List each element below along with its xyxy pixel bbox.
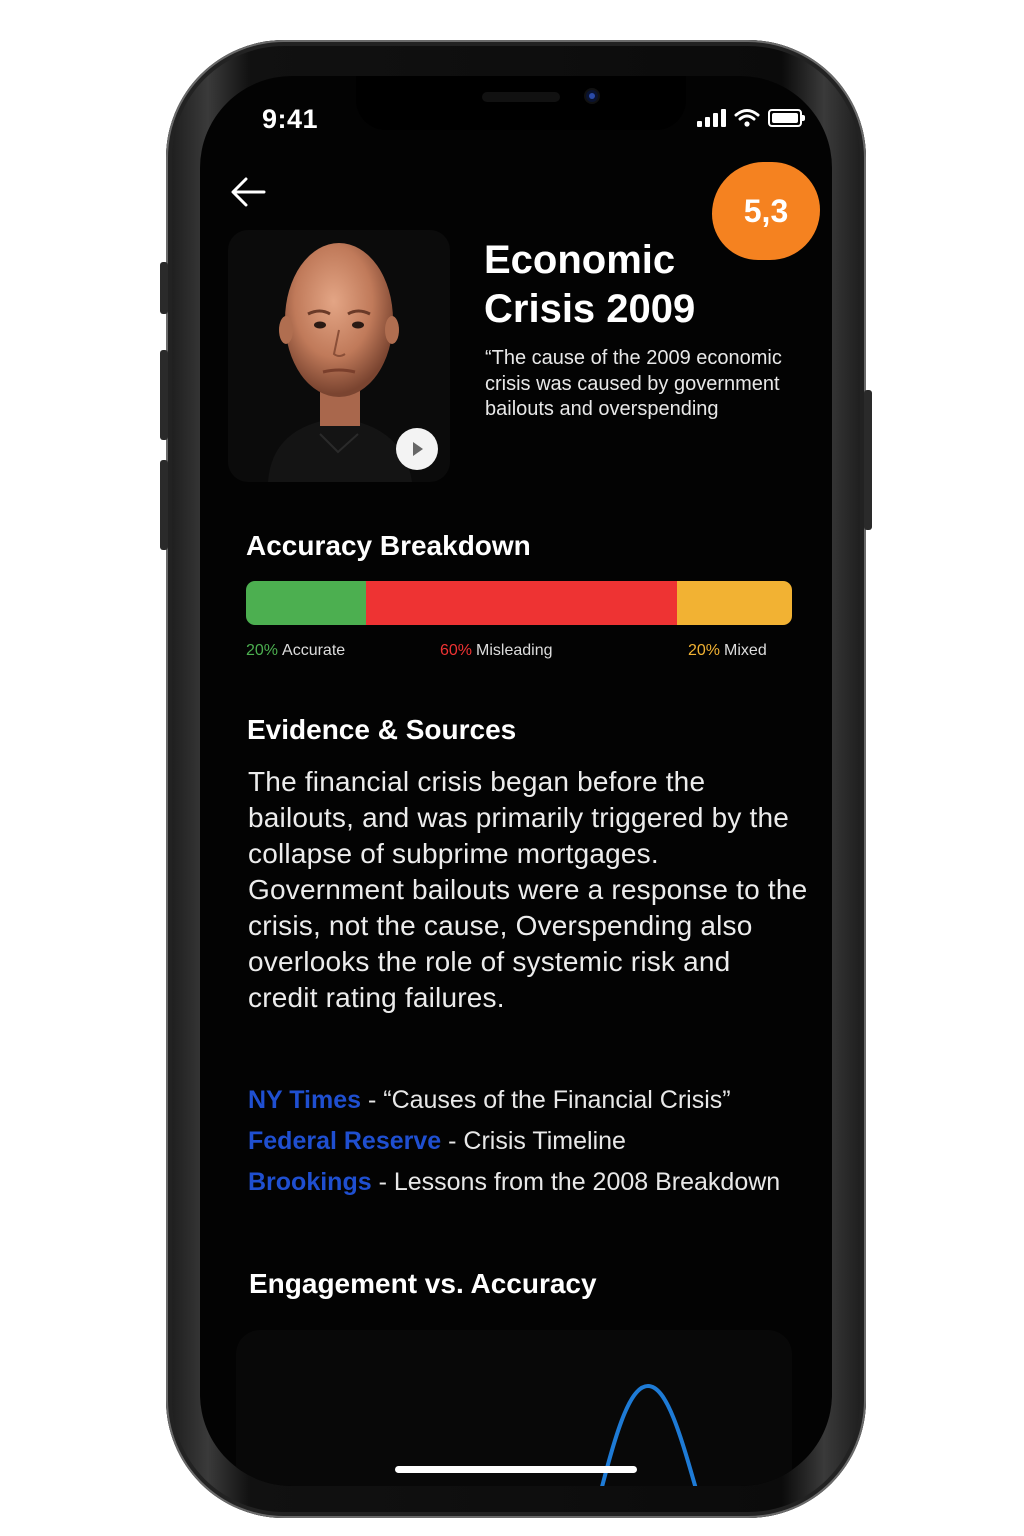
- source-link[interactable]: NY Times: [248, 1086, 361, 1114]
- volume-down-button: [160, 460, 168, 550]
- legend-pct-misleading: 60%: [440, 642, 473, 659]
- cellular-signal-icon: [697, 109, 726, 127]
- accuracy-segment-misleading: [366, 581, 678, 625]
- mute-switch: [160, 262, 168, 314]
- accuracy-segment-accurate: [246, 581, 367, 625]
- home-indicator[interactable]: [395, 1466, 637, 1473]
- legend-label-misleading: Misleading: [476, 642, 553, 659]
- speaker-portrait[interactable]: [228, 230, 450, 482]
- accuracy-bar: [246, 581, 792, 625]
- legend-pct-mixed: 20%: [688, 642, 721, 659]
- legend-label-accurate: Accurate: [282, 642, 346, 659]
- claim-quote: “The cause of the 2009 economic crisis w…: [485, 347, 782, 420]
- power-button: [864, 390, 872, 530]
- speaker-grille: [482, 92, 560, 102]
- source-description: - Lessons from the 2008 Breakdown: [371, 1168, 781, 1196]
- volume-up-button: [160, 350, 168, 440]
- legend-mixed: 20% Mixed: [688, 642, 767, 660]
- notch: [356, 76, 686, 130]
- play-icon: [413, 442, 423, 456]
- battery-icon: [768, 109, 805, 127]
- wifi-icon: [734, 109, 760, 127]
- engagement-heading: Engagement vs. Accuracy: [249, 1268, 597, 1299]
- evidence-body: The financial crisis began before the ba…: [248, 766, 808, 1013]
- source-item: Brookings - Lessons from the 2008 Breakd…: [248, 1166, 808, 1199]
- status-time: 9:41: [262, 104, 319, 134]
- front-camera: [586, 90, 598, 102]
- source-description: - Crisis Timeline: [441, 1127, 626, 1155]
- app-screen: 9:41 5,3 Economic Crisis 2009 “The cause…: [200, 76, 832, 1486]
- legend-accurate: 20% Accurate: [246, 642, 345, 660]
- accuracy-segment-mixed: [677, 581, 792, 625]
- evidence-heading: Evidence & Sources: [247, 714, 517, 745]
- engagement-chart: [236, 1330, 792, 1486]
- play-button[interactable]: [396, 428, 438, 470]
- source-item: Federal Reserve - Crisis Timeline: [248, 1125, 808, 1158]
- engagement-curve: [600, 1383, 698, 1486]
- back-arrow-icon[interactable]: [228, 174, 268, 210]
- accuracy-heading: Accuracy Breakdown: [246, 530, 531, 561]
- claim-title: Economic Crisis 2009: [484, 238, 696, 331]
- status-icons: [697, 108, 805, 128]
- legend-pct-accurate: 20%: [246, 642, 279, 659]
- legend-misleading: 60% Misleading: [440, 642, 553, 660]
- source-description: - “Causes of the Financial Crisis”: [361, 1086, 731, 1114]
- legend-label-mixed: Mixed: [724, 642, 767, 659]
- source-link[interactable]: Brookings: [248, 1168, 372, 1196]
- source-item: NY Times - “Causes of the Financial Cris…: [248, 1084, 808, 1117]
- sources-list: NY Times - “Causes of the Financial Cris…: [248, 1084, 808, 1207]
- source-link[interactable]: Federal Reserve: [248, 1127, 441, 1155]
